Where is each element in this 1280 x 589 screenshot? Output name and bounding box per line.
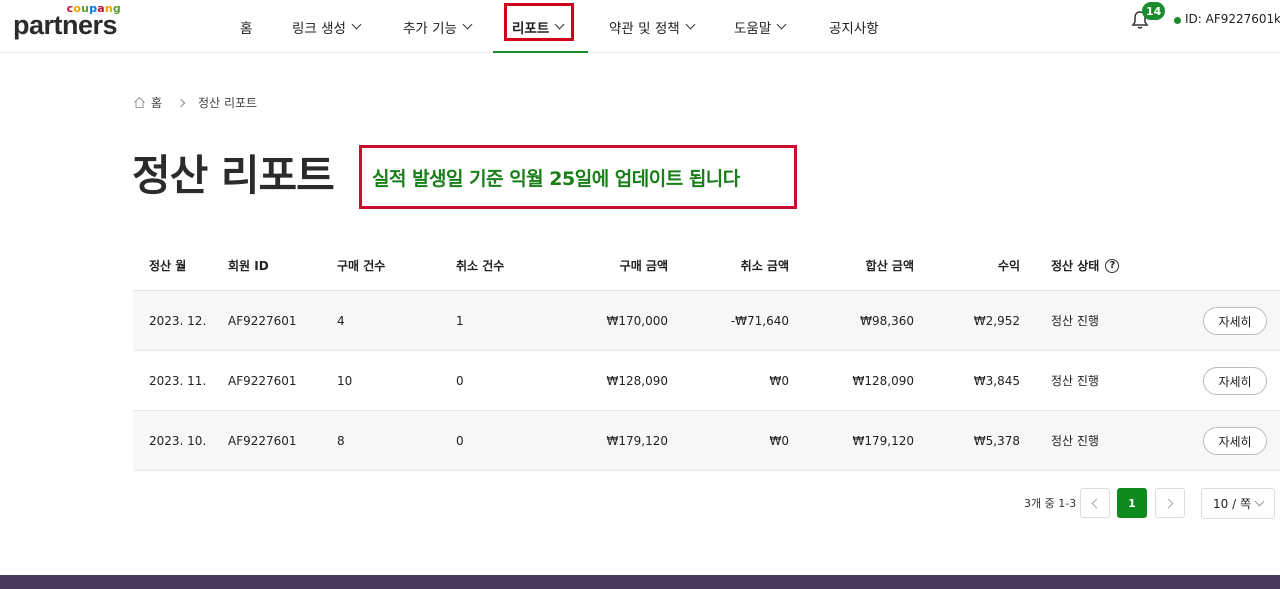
cell-revenue: ₩2,952 bbox=[973, 313, 1020, 328]
cell-cancel-count: 1 bbox=[456, 313, 464, 328]
nav-item-link-create[interactable]: 링크 생성 bbox=[292, 0, 362, 53]
cell-cancel-count: 0 bbox=[456, 373, 464, 388]
nav-label: 도움말 bbox=[734, 20, 772, 37]
chevron-down-icon bbox=[776, 19, 787, 30]
cell-cancel-amount: ₩0 bbox=[769, 373, 790, 388]
cell-total-amount: ₩128,090 bbox=[852, 373, 915, 388]
table-header-row: 정산 월 회원 ID 구매 건수 취소 건수 구매 금액 취소 금액 합산 금액… bbox=[133, 241, 1280, 291]
pagination-total: 3개 중 1-3 bbox=[1024, 497, 1077, 510]
home-icon bbox=[134, 96, 145, 108]
pagination-prev-button[interactable] bbox=[1080, 488, 1110, 518]
cell-revenue: ₩5,378 bbox=[973, 433, 1020, 448]
cell-purchase-count: 8 bbox=[337, 433, 345, 448]
cell-total-amount: ₩179,120 bbox=[852, 433, 915, 448]
breadcrumb-home[interactable]: 홈 bbox=[151, 94, 162, 111]
user-id-label[interactable]: ID: AF9227601 bbox=[1185, 12, 1274, 26]
page-title: 정산 리포트 bbox=[132, 151, 335, 200]
update-notice-annotation: 실적 발생일 기준 익월 25일에 업데이트 됩니다 bbox=[359, 145, 797, 209]
cell-cancel-amount: -₩71,640 bbox=[730, 313, 789, 328]
logo-partners-text: partners bbox=[13, 10, 118, 40]
notification-badge: 14 bbox=[1142, 2, 1166, 20]
nav-label: 약관 및 정책 bbox=[609, 20, 680, 37]
header-status: 정산 상태 ? bbox=[1051, 241, 1120, 290]
header-member-id: 회원 ID bbox=[228, 259, 269, 273]
chevron-down-icon bbox=[1254, 496, 1265, 507]
cell-member-id: AF9227601 bbox=[228, 433, 297, 448]
nav-item-help[interactable]: 도움말 bbox=[734, 0, 787, 53]
footer-bar bbox=[0, 575, 1280, 589]
nav-active-indicator bbox=[493, 51, 588, 53]
breadcrumb: 홈 정산 리포트 bbox=[133, 94, 257, 111]
header-purchase-count: 구매 건수 bbox=[337, 259, 386, 273]
header-total-amount: 합산 금액 bbox=[865, 259, 914, 273]
coupang-partners-logo[interactable]: coupang partners bbox=[13, 2, 128, 42]
user-menu-truncated[interactable]: k bbox=[1274, 12, 1280, 26]
header-purchase-amount: 구매 금액 bbox=[619, 259, 668, 273]
nav-label: 공지사항 bbox=[829, 20, 879, 37]
online-status-dot bbox=[1174, 17, 1181, 24]
pagination-next-button[interactable] bbox=[1155, 488, 1185, 518]
header-cancel-amount: 취소 금액 bbox=[740, 259, 789, 273]
cell-purchase-amount: ₩128,090 bbox=[606, 373, 669, 388]
nav-item-terms-policy[interactable]: 약관 및 정책 bbox=[609, 0, 696, 53]
nav-label: 링크 생성 bbox=[292, 20, 346, 37]
cell-purchase-amount: ₩170,000 bbox=[606, 313, 669, 328]
page-size-value: 10 / 쪽 bbox=[1213, 497, 1251, 511]
cell-revenue: ₩3,845 bbox=[973, 373, 1020, 388]
chevron-down-icon bbox=[462, 19, 473, 30]
chevron-right-icon bbox=[1163, 498, 1174, 508]
cell-total-amount: ₩98,360 bbox=[860, 313, 914, 328]
cell-member-id: AF9227601 bbox=[228, 373, 297, 388]
nav-highlight-annotation bbox=[504, 3, 574, 41]
cell-purchase-count: 4 bbox=[337, 313, 345, 328]
header-revenue: 수익 bbox=[997, 259, 1020, 273]
cell-month: 2023. 12. bbox=[149, 313, 207, 328]
top-header: coupang partners 홈 링크 생성 추가 기능 리포트 약관 및 … bbox=[0, 0, 1280, 53]
cell-purchase-count: 10 bbox=[337, 373, 353, 388]
header-month: 정산 월 bbox=[149, 259, 187, 273]
nav-item-home[interactable]: 홈 bbox=[240, 0, 252, 53]
update-notice-text: 실적 발생일 기준 익월 25일에 업데이트 됩니다 bbox=[372, 167, 740, 190]
nav-label: 홈 bbox=[240, 20, 253, 37]
table-row: 2023. 11. AF9227601 10 0 ₩128,090 ₩0 ₩12… bbox=[133, 351, 1280, 411]
nav-item-notice[interactable]: 공지사항 bbox=[829, 0, 879, 53]
cell-cancel-amount: ₩0 bbox=[769, 433, 790, 448]
detail-button[interactable]: 자세히 bbox=[1203, 367, 1267, 395]
breadcrumb-current: 정산 리포트 bbox=[198, 96, 258, 110]
cell-status: 정산 진행 bbox=[1051, 434, 1099, 448]
cell-member-id: AF9227601 bbox=[228, 313, 297, 328]
cell-purchase-amount: ₩179,120 bbox=[606, 433, 669, 448]
table-row: 2023. 12. AF9227601 4 1 ₩170,000 -₩71,64… bbox=[133, 291, 1280, 351]
table-row: 2023. 10. AF9227601 8 0 ₩179,120 ₩0 ₩179… bbox=[133, 411, 1280, 471]
pagination-page-current[interactable]: 1 bbox=[1117, 488, 1147, 518]
nav-label: 추가 기능 bbox=[403, 20, 457, 37]
header-cancel-count: 취소 건수 bbox=[456, 259, 505, 273]
cell-status: 정산 진행 bbox=[1051, 374, 1099, 388]
nav-item-extra-features[interactable]: 추가 기능 bbox=[403, 0, 473, 53]
header-status-label: 정산 상태 bbox=[1051, 259, 1100, 273]
chevron-right-icon bbox=[176, 98, 186, 107]
settlement-report-table: 정산 월 회원 ID 구매 건수 취소 건수 구매 금액 취소 금액 합산 금액… bbox=[133, 241, 1280, 471]
cell-month: 2023. 11. bbox=[149, 373, 207, 388]
chevron-down-icon bbox=[685, 19, 696, 30]
help-icon[interactable]: ? bbox=[1105, 258, 1120, 273]
chevron-left-icon bbox=[1091, 498, 1102, 508]
cell-cancel-count: 0 bbox=[456, 433, 464, 448]
cell-status: 정산 진행 bbox=[1051, 314, 1099, 328]
detail-button[interactable]: 자세히 bbox=[1203, 427, 1267, 455]
page-size-select[interactable]: 10 / 쪽 bbox=[1201, 488, 1275, 519]
chevron-down-icon bbox=[351, 19, 362, 30]
cell-month: 2023. 10. bbox=[149, 433, 207, 448]
detail-button[interactable]: 자세히 bbox=[1203, 307, 1267, 335]
